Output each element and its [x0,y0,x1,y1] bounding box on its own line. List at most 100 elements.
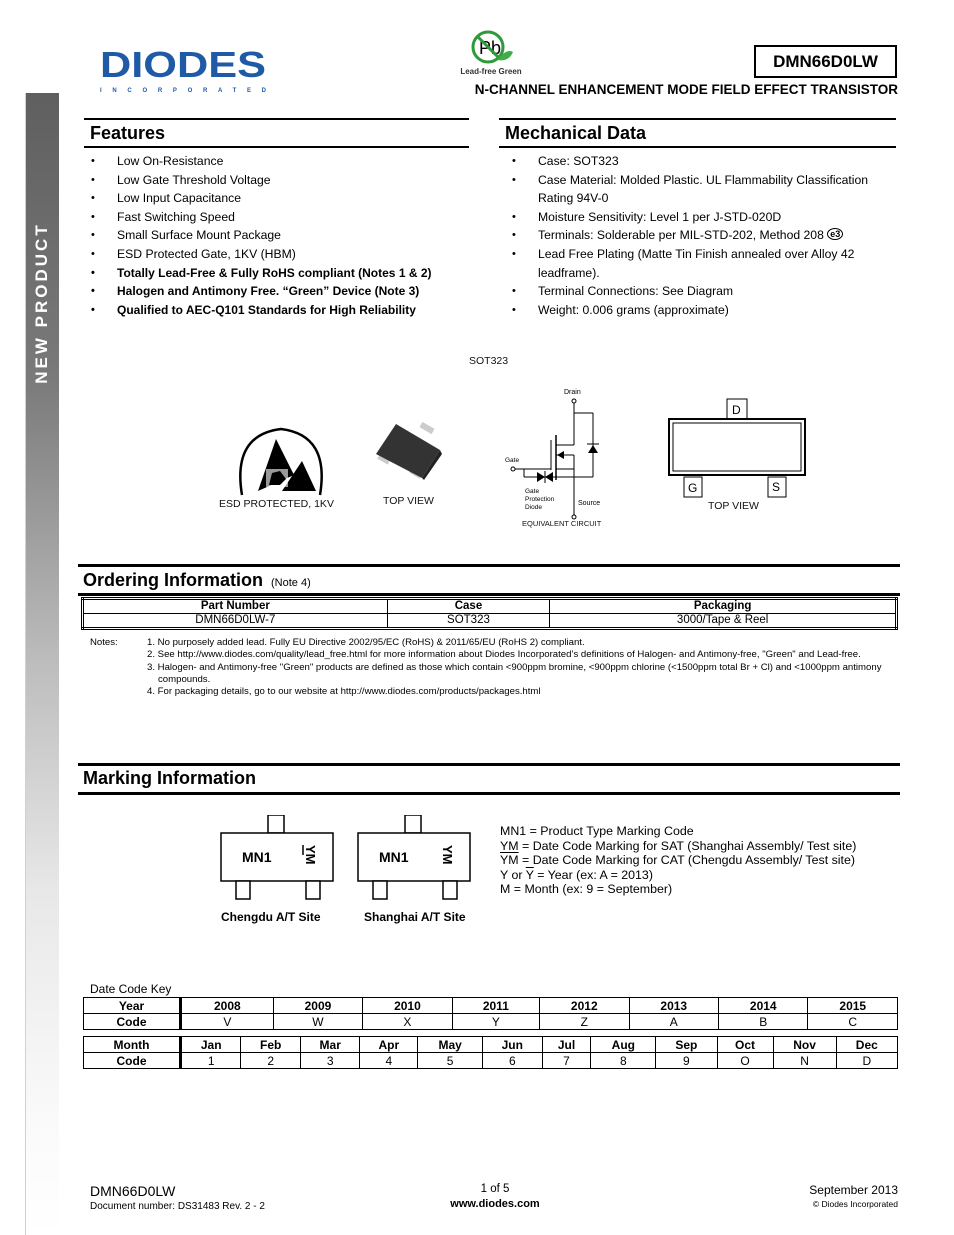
ordering-note-ref: (Note 4) [271,577,311,589]
part-number-cell: DMN66D0LW-7 [82,613,388,629]
footer-date: September 2013 [809,1183,898,1197]
month-code-cell: 7 [541,1052,592,1069]
feature-item: Small Surface Mount Package [88,226,468,245]
new-product-label: NEW PRODUCT [32,222,51,384]
month-cell: Feb [240,1036,301,1053]
logo-subtext: INCORPORATED [100,88,267,94]
month-cell: Jul [541,1036,592,1053]
marking-information-heading: Marking Information [78,763,900,795]
shanghai-marking-diagram: MN1 YM [357,815,471,900]
mech-item: Case Material: Molded Plastic. UL Flamma… [509,171,894,208]
month-cell: Jan [179,1036,242,1053]
part-number-box: DMN66D0LW [754,45,897,78]
note-item: 2. See http://www.diodes.com/quality/lea… [147,649,861,661]
e3-mark-icon: e3 [827,228,844,241]
year-cell: 2013 [628,997,720,1014]
feature-item: Fast Switching Speed [88,208,468,227]
column-header: Case [386,598,551,614]
mech-item: Lead Free Plating (Matte Tin Finish anne… [509,245,894,282]
month-row: Month Jan Feb Mar Apr May Jun Jul Aug Se… [83,1036,899,1053]
features-list: Low On-Resistance Low Gate Threshold Vol… [88,152,468,319]
ordering-information-heading: Ordering Information (Note 4) [78,564,900,596]
month-code-cell: N [772,1052,837,1069]
footer-part-number: DMN66D0LW [90,1183,176,1199]
svg-text:S: S [772,480,780,494]
feature-item: Totally Lead-Free & Fully RoHS compliant… [88,264,468,283]
pinout-top-view-label: TOP VIEW [708,500,759,512]
feature-item: ESD Protected Gate, 1KV (HBM) [88,245,468,264]
device-title: N-CHANNEL ENHANCEMENT MODE FIELD EFFECT … [474,82,898,97]
feature-item: Qualified to AEC-Q101 Standards for High… [88,301,468,320]
month-cell: Aug [590,1036,657,1053]
svg-text:Source: Source [578,500,600,507]
svg-text:Gate: Gate [505,457,519,464]
date-code-key-label: Date Code Key [90,982,172,996]
table-header-row: Part Number Case Packaging [82,598,897,614]
chengdu-marking-diagram: MN1 YM [220,815,334,900]
column-header: Packaging [549,598,897,614]
year-code-cell: A [628,1013,720,1030]
month-cell: Dec [835,1036,899,1053]
note-item: 3. Halogen- and Antimony-free "Green" pr… [147,661,882,685]
column-header: Part Number [82,598,388,614]
lead-free-caption: Lead-free Green [460,67,522,76]
svg-text:MN1: MN1 [242,849,272,865]
code-header: Code [83,1013,182,1030]
year-code-cell: C [807,1013,898,1030]
footer-copyright: © Diodes Incorporated [812,1199,898,1209]
year-cell: 2014 [717,997,809,1014]
svg-text:Protection: Protection [525,496,555,503]
svg-text:D: D [732,403,741,417]
mechanical-data-heading: Mechanical Data [499,118,896,148]
month-code-cell: O [716,1052,774,1069]
month-cell: Nov [772,1036,837,1053]
month-code-cell: 2 [240,1052,301,1069]
mech-item: Case: SOT323 [509,152,894,171]
mech-item: Terminals: Solderable per MIL-STD-202, M… [509,226,894,245]
marking-legend: MN1 = Product Type Marking Code YM = Dat… [500,824,856,897]
year-code-cell: W [272,1013,364,1030]
year-cell: 2015 [807,997,898,1014]
features-heading: Features [84,118,469,148]
month-code-cell: D [835,1052,899,1069]
year-cell: 2008 [180,997,274,1014]
equivalent-circuit-caption: EQUIVALENT CIRCUIT [522,519,602,528]
shanghai-site-label: Shanghai A/T Site [364,910,466,924]
month-code-cell: 9 [655,1052,718,1069]
year-code-cell: X [362,1013,453,1030]
code-header: Code [83,1052,182,1069]
diodes-logo: DIODES INCORPORATED [100,48,267,94]
month-cell: Oct [716,1036,774,1053]
svg-text:YM: YM [303,845,318,865]
footer-page-number: 1 of 5 [480,1183,510,1195]
year-code-cell: Y [451,1013,541,1030]
year-cell: 2009 [272,997,364,1014]
svg-text:MN1: MN1 [379,849,409,865]
year-code-cell: V [180,1013,274,1030]
year-code-table: Year 2008 2009 2010 2011 2012 2013 2014 … [83,997,898,1030]
pinout-top-view-diagram: D G S [668,398,806,498]
year-row: Year 2008 2009 2010 2011 2012 2013 2014 … [83,997,898,1014]
footer-doc-number: Document number: DS31483 Rev. 2 - 2 [90,1201,265,1212]
esd-warning-icon [239,427,323,496]
chengdu-site-label: Chengdu A/T Site [221,910,321,924]
month-code-cell: 6 [482,1052,543,1069]
month-code-cell: 8 [590,1052,657,1069]
ordering-table: Part Number Case Packaging DMN66D0LW-7 S… [81,597,898,630]
footer-website-link[interactable]: www.diodes.com [420,1198,570,1210]
month-cell: Mar [299,1036,361,1053]
month-cell: Jun [482,1036,543,1053]
notes-label: Notes: [90,637,118,648]
year-cell: 2011 [451,997,541,1014]
month-code-cell: 5 [417,1052,484,1069]
package-label: SOT323 [469,355,509,367]
month-code-cell: 1 [179,1052,242,1069]
year-code-cell: B [717,1013,809,1030]
svg-text:G: G [688,481,697,495]
mech-item: Moisture Sensitivity: Level 1 per J-STD-… [509,208,894,227]
year-cell: 2010 [362,997,453,1014]
package-top-view-label: TOP VIEW [383,495,434,507]
feature-item: Low On-Resistance [88,152,468,171]
sot323-package-image [376,421,442,480]
year-cell: 2012 [539,997,630,1014]
